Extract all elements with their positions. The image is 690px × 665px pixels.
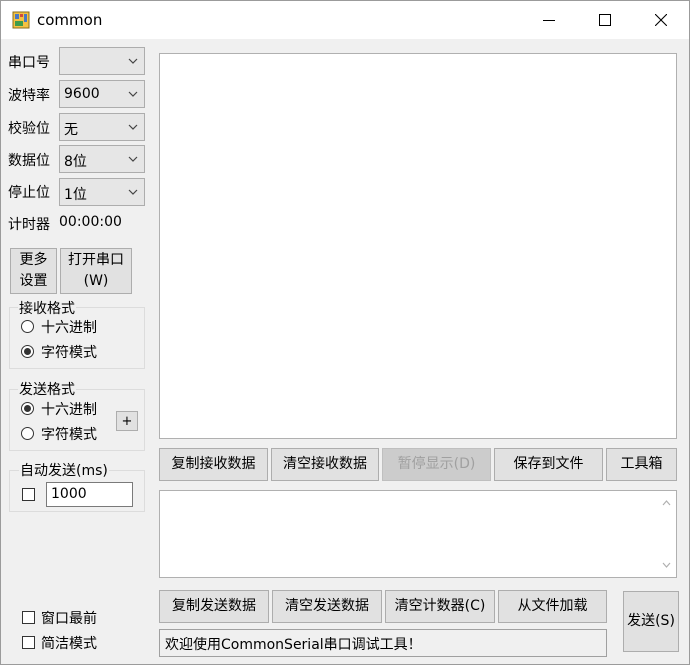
open-port-line2: (W) xyxy=(83,273,109,289)
receive-hex-radio[interactable] xyxy=(21,320,34,333)
topmost-checkbox[interactable] xyxy=(22,611,35,624)
clear-send-button[interactable]: 清空发送数据 xyxy=(272,590,382,623)
timer-value: 00:00:00 xyxy=(59,214,122,230)
scroll-up-icon[interactable] xyxy=(662,500,671,506)
clear-counter-button[interactable]: 清空计数器(C) xyxy=(385,590,495,623)
send-char-radio[interactable] xyxy=(21,427,34,440)
auto-send-title: 自动发送(ms) xyxy=(19,460,109,480)
parity-label: 校验位 xyxy=(8,121,50,137)
chevron-down-icon xyxy=(128,124,138,130)
save-to-file-button[interactable]: 保存到文件 xyxy=(494,448,603,481)
chevron-down-icon xyxy=(128,91,138,97)
chevron-down-icon xyxy=(128,189,138,195)
status-message: 欢迎使用CommonSerial串口调试工具！ xyxy=(165,637,422,653)
baud-label: 波特率 xyxy=(8,88,50,104)
send-hex-radio[interactable] xyxy=(21,402,34,415)
maximize-button[interactable] xyxy=(577,1,633,39)
receive-textarea[interactable] xyxy=(159,53,677,439)
simple-mode-checkbox[interactable] xyxy=(22,636,35,649)
window-title: common xyxy=(37,11,103,29)
topmost-label[interactable]: 窗口最前 xyxy=(41,608,97,628)
title-bar[interactable]: common xyxy=(1,1,689,39)
minimize-icon xyxy=(543,20,555,21)
status-bar: 欢迎使用CommonSerial串口调试工具！ xyxy=(159,629,607,657)
app-icon xyxy=(12,11,30,29)
auto-send-checkbox[interactable] xyxy=(22,488,35,501)
maximize-icon xyxy=(599,14,611,26)
receive-hex-label[interactable]: 十六进制 xyxy=(41,317,97,337)
pause-display-button[interactable]: 暂停显示(D) xyxy=(382,448,491,481)
databits-label: 数据位 xyxy=(8,153,50,169)
clear-receive-button[interactable]: 清空接收数据 xyxy=(271,448,379,481)
send-char-label[interactable]: 字符模式 xyxy=(41,424,97,444)
auto-send-interval-input[interactable]: 1000 xyxy=(46,482,133,507)
baud-value: 9600 xyxy=(64,86,100,102)
databits-value: 8位 xyxy=(64,154,87,170)
receive-char-label[interactable]: 字符模式 xyxy=(41,342,97,362)
send-button[interactable]: 发送(S) xyxy=(623,591,679,652)
databits-select[interactable]: 8位 xyxy=(59,145,145,173)
close-icon xyxy=(655,14,667,26)
toolbox-button[interactable]: 工具箱 xyxy=(606,448,677,481)
chevron-down-icon xyxy=(128,156,138,162)
send-scrollbar[interactable] xyxy=(658,492,675,576)
app-window: common 串口号 波特率 9600 校验位 无 数据位 8位 停止位 1位 … xyxy=(0,0,690,665)
port-label: 串口号 xyxy=(8,55,50,71)
simple-mode-label[interactable]: 简洁模式 xyxy=(41,633,97,653)
parity-select[interactable]: 无 xyxy=(59,113,145,141)
open-port-button[interactable]: 打开串口 (W) xyxy=(60,248,132,294)
send-format-title: 发送格式 xyxy=(18,379,76,399)
more-settings-line2: 设置 xyxy=(19,273,48,289)
more-settings-line1: 更多 xyxy=(19,252,48,268)
stopbits-select[interactable]: 1位 xyxy=(59,178,145,206)
send-hex-label[interactable]: 十六进制 xyxy=(41,399,97,419)
port-select[interactable] xyxy=(59,47,145,75)
copy-send-button[interactable]: 复制发送数据 xyxy=(159,590,269,623)
open-port-line1: 打开串口 xyxy=(68,252,124,268)
parity-value: 无 xyxy=(64,122,78,138)
receive-format-title: 接收格式 xyxy=(18,298,76,318)
receive-char-radio[interactable] xyxy=(21,345,34,358)
more-settings-button[interactable]: 更多 设置 xyxy=(10,248,57,294)
close-button[interactable] xyxy=(633,1,689,39)
copy-receive-button[interactable]: 复制接收数据 xyxy=(159,448,268,481)
scroll-down-icon[interactable] xyxy=(662,562,671,568)
baud-select[interactable]: 9600 xyxy=(59,80,145,108)
load-from-file-button[interactable]: 从文件加载 xyxy=(498,590,607,623)
add-button[interactable]: + xyxy=(116,411,138,431)
chevron-down-icon xyxy=(128,58,138,64)
stopbits-value: 1位 xyxy=(64,187,87,203)
send-textarea[interactable] xyxy=(159,490,677,578)
stopbits-label: 停止位 xyxy=(8,185,50,201)
minimize-button[interactable] xyxy=(521,1,577,39)
auto-send-interval-value: 1000 xyxy=(51,486,87,502)
timer-label: 计时器 xyxy=(8,217,50,233)
